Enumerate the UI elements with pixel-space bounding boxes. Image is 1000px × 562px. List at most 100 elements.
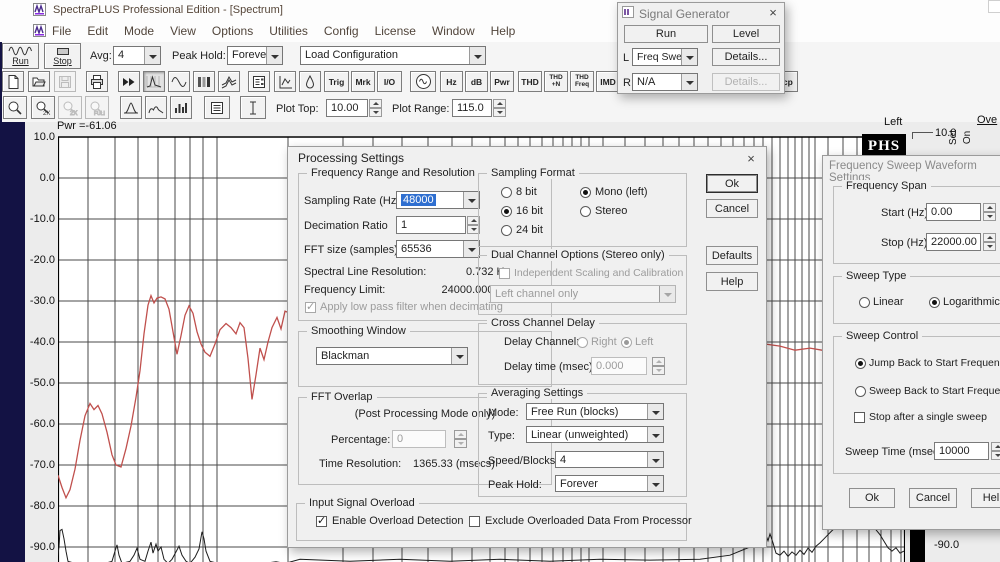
stop-hz-spinner[interactable] [983, 233, 996, 251]
zoom-full-button[interactable]: FULL [85, 96, 109, 119]
help-button[interactable]: Help [706, 272, 758, 291]
delay-time-spinner[interactable] [652, 357, 665, 375]
sweep-ok-button[interactable]: Ok [849, 488, 895, 508]
fast-forward-button[interactable] [118, 71, 140, 92]
chevron-down-icon[interactable] [451, 348, 467, 364]
delay-left-radio[interactable] [621, 337, 632, 348]
right-details-button[interactable]: Details... [712, 73, 780, 91]
zoom-in-2x-button[interactable]: 2X [31, 96, 55, 119]
display-options-button[interactable] [204, 96, 230, 119]
cancel-button[interactable]: Cancel [706, 199, 758, 218]
lowpass-filter-checkbox[interactable] [305, 302, 316, 313]
stop-single-sweep-checkbox[interactable] [854, 412, 865, 423]
load-configuration-combo[interactable]: Load Configuration [300, 46, 486, 65]
linear-radio[interactable] [859, 297, 870, 308]
chevron-down-icon[interactable] [681, 49, 697, 65]
sweep-time-input[interactable]: 10000 [934, 442, 989, 460]
delay-right-radio[interactable] [577, 337, 588, 348]
thd-button[interactable]: THD [518, 71, 542, 92]
sweep-cancel-button[interactable]: Cancel [909, 488, 957, 508]
chevron-down-icon[interactable] [647, 404, 663, 419]
plot-top-spinner[interactable] [369, 99, 382, 117]
menu-item-help[interactable]: Help [491, 24, 516, 38]
new-file-button[interactable] [2, 71, 24, 92]
chevron-down-icon[interactable] [659, 286, 675, 302]
signal-generator-button[interactable] [410, 71, 436, 92]
trigger-button[interactable]: Trig [324, 71, 349, 92]
menu-item-view[interactable]: View [170, 24, 196, 38]
defaults-button[interactable]: Defaults [706, 246, 758, 265]
peak-hold-setting-combo[interactable]: Forever [555, 475, 664, 492]
axis-plot-button[interactable] [274, 71, 296, 92]
sampling-rate-combo[interactable]: 48000 [396, 191, 480, 209]
phase-badge[interactable]: PHS [862, 134, 906, 156]
delay-time-input[interactable]: 0.000 [591, 357, 647, 375]
marker-toggle-button[interactable]: Mrk [351, 71, 375, 92]
plot-range-spinner[interactable] [493, 99, 506, 117]
overload-link[interactable]: Ove [977, 114, 997, 126]
thd-freq-button[interactable]: THD Freq [570, 71, 594, 92]
right-waveform-combo[interactable]: N/A [632, 73, 698, 91]
waveform-view-button[interactable] [168, 71, 190, 92]
run-button[interactable]: Run [2, 43, 39, 69]
stop-button[interactable]: Stop [44, 43, 81, 69]
settings-list-button[interactable] [248, 71, 270, 92]
sweep-time-spinner[interactable] [991, 442, 1000, 460]
exclude-overload-checkbox[interactable] [469, 516, 480, 527]
thd-n-button[interactable]: THD +N [544, 71, 568, 92]
open-file-button[interactable] [28, 71, 50, 92]
menu-item-edit[interactable]: Edit [87, 24, 108, 38]
16bit-radio[interactable] [501, 206, 512, 217]
marker-button[interactable] [299, 71, 321, 92]
speed-blocks-combo[interactable]: 4 [555, 451, 664, 468]
hz-units-button[interactable]: Hz [440, 71, 463, 92]
chevron-down-icon[interactable] [681, 74, 697, 90]
sweep-back-radio[interactable] [855, 386, 866, 397]
mono-radio[interactable] [580, 187, 591, 198]
stereo-radio[interactable] [580, 206, 591, 217]
spectrum-view-button[interactable] [143, 71, 165, 92]
db-units-button[interactable]: dB [465, 71, 488, 92]
percentage-input[interactable]: 0 [392, 430, 446, 448]
sweep-help-button[interactable]: Help [971, 488, 1000, 508]
print-button[interactable] [86, 71, 108, 92]
stop-hz-input[interactable]: 22000.00 [926, 233, 981, 251]
save-button[interactable] [54, 71, 76, 92]
menu-item-config[interactable]: Config [324, 24, 359, 38]
chevron-down-icon[interactable] [647, 476, 663, 491]
24bit-radio[interactable] [501, 225, 512, 236]
independent-scaling-checkbox[interactable] [499, 268, 510, 279]
fft-size-combo[interactable]: 65536 [396, 240, 480, 258]
dual-channel-combo[interactable]: Left channel only [490, 285, 676, 303]
chevron-down-icon[interactable] [647, 452, 663, 467]
chevron-down-icon[interactable] [144, 47, 160, 64]
ok-button[interactable]: Ok [706, 174, 758, 193]
avg-combo[interactable]: 4 [113, 46, 161, 65]
menu-item-license[interactable]: License [375, 24, 416, 38]
vertical-range-button[interactable] [240, 96, 266, 119]
spectrogram-view-button[interactable] [193, 71, 215, 92]
close-icon[interactable]: × [764, 5, 782, 21]
left-details-button[interactable]: Details... [712, 48, 780, 66]
menu-item-window[interactable]: Window [432, 24, 475, 38]
bar-display-button[interactable] [170, 96, 192, 119]
plot-range-input[interactable]: 115.0 [452, 99, 492, 117]
smooth-curve-button[interactable] [145, 96, 167, 119]
generator-level-button[interactable]: Level [712, 25, 780, 43]
menu-item-mode[interactable]: Mode [124, 24, 154, 38]
menu-item-file[interactable]: File [52, 24, 71, 38]
surface-view-button[interactable] [218, 71, 240, 92]
avg-type-combo[interactable]: Linear (unweighted) [526, 426, 664, 443]
percentage-spinner[interactable] [454, 430, 467, 448]
enable-overload-checkbox[interactable] [316, 516, 327, 527]
left-waveform-combo[interactable]: Freq Sweep [632, 48, 698, 66]
8bit-radio[interactable] [501, 187, 512, 198]
peak-curve-button[interactable] [120, 96, 142, 119]
close-icon[interactable]: × [742, 151, 760, 167]
smoothing-window-combo[interactable]: Blackman [316, 347, 468, 365]
chevron-down-icon[interactable] [463, 241, 479, 257]
power-button[interactable]: Pwr [490, 71, 514, 92]
menu-item-utilities[interactable]: Utilities [269, 24, 308, 38]
decimation-input[interactable]: 1 [396, 216, 466, 234]
chevron-down-icon[interactable] [469, 47, 485, 64]
